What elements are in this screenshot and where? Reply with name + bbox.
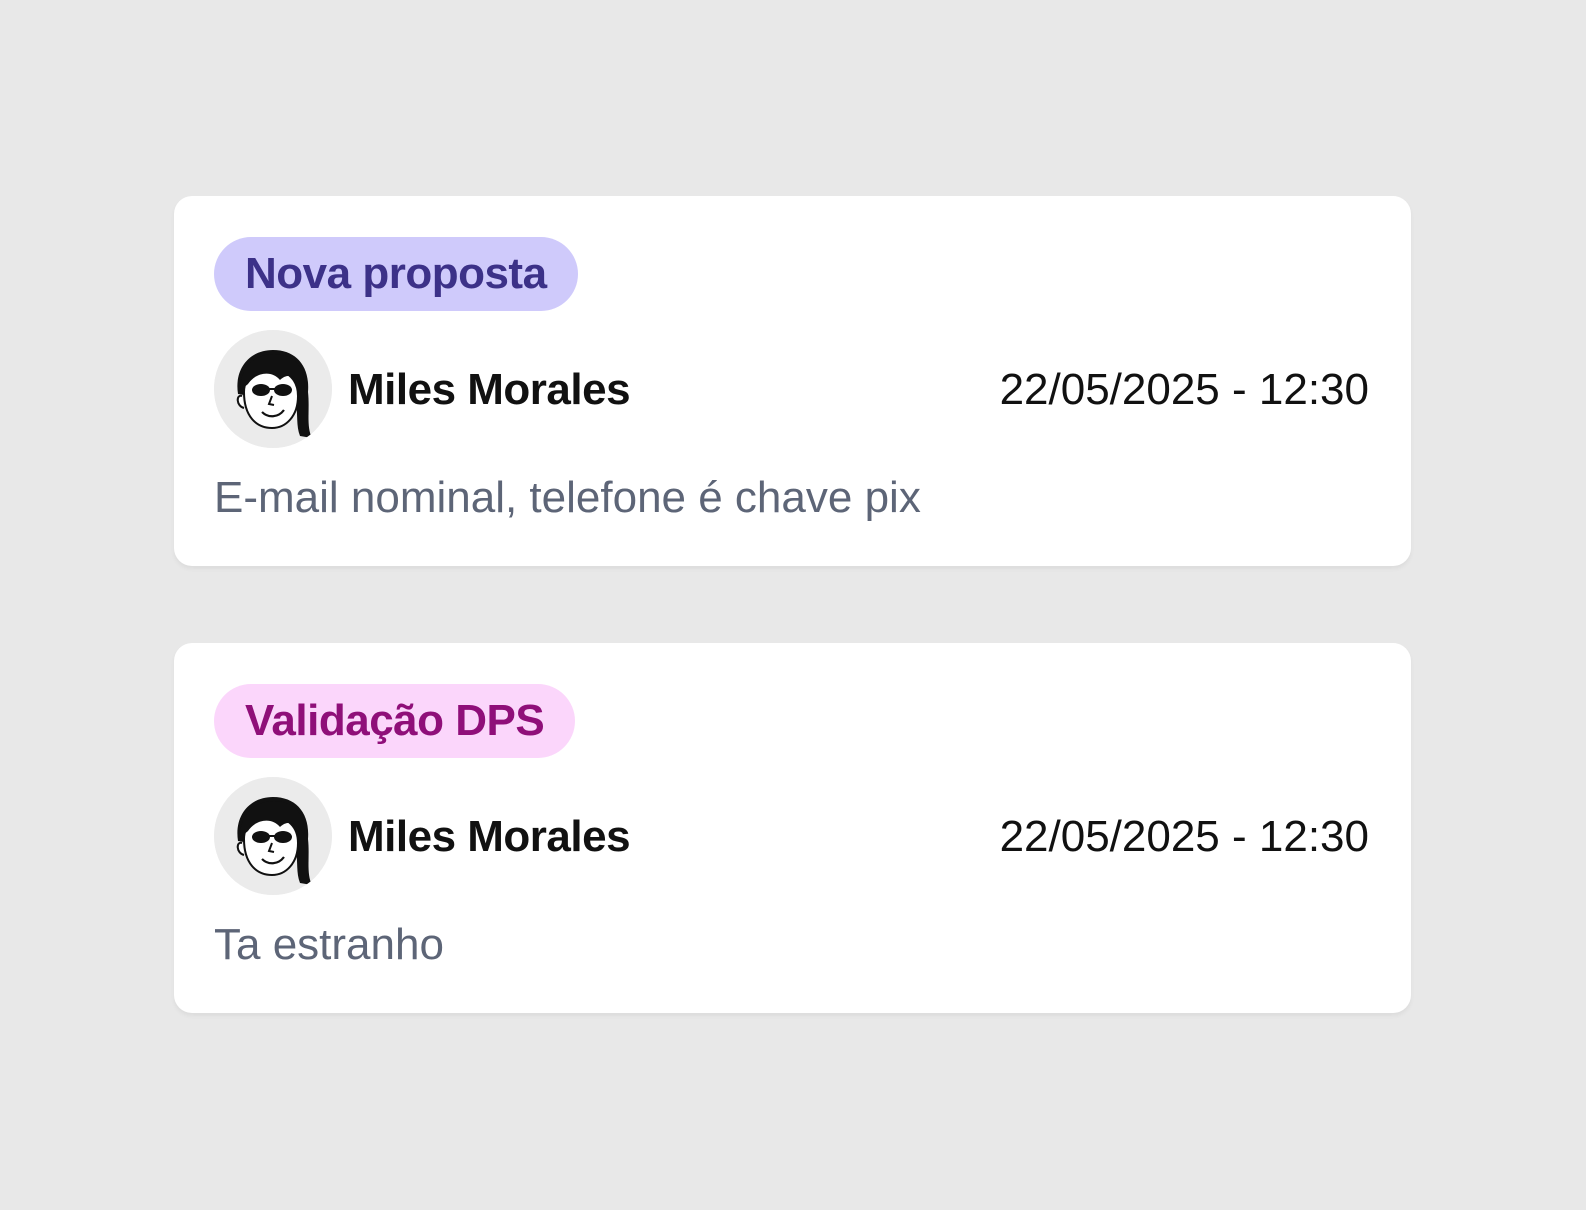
status-tag: Nova proposta (214, 237, 578, 311)
comment-text: E-mail nominal, telefone é chave pix (214, 473, 921, 522)
comment-card: Nova proposta Miles Morales 22/05/2025 -… (174, 196, 1411, 566)
status-tag: Validação DPS (214, 684, 576, 758)
user-avatar-icon (214, 330, 332, 448)
author-name: Miles Morales (348, 365, 631, 414)
timestamp: 22/05/2025 - 12:30 (999, 812, 1369, 861)
author-name: Miles Morales (348, 812, 631, 861)
avatar (214, 777, 332, 895)
comment-card: Validação DPS Miles Morales 22/05/2025 -… (174, 643, 1411, 1013)
comment-text: Ta estranho (214, 920, 444, 969)
timestamp: 22/05/2025 - 12:30 (999, 365, 1369, 414)
avatar (214, 330, 332, 448)
user-avatar-icon (214, 777, 332, 895)
